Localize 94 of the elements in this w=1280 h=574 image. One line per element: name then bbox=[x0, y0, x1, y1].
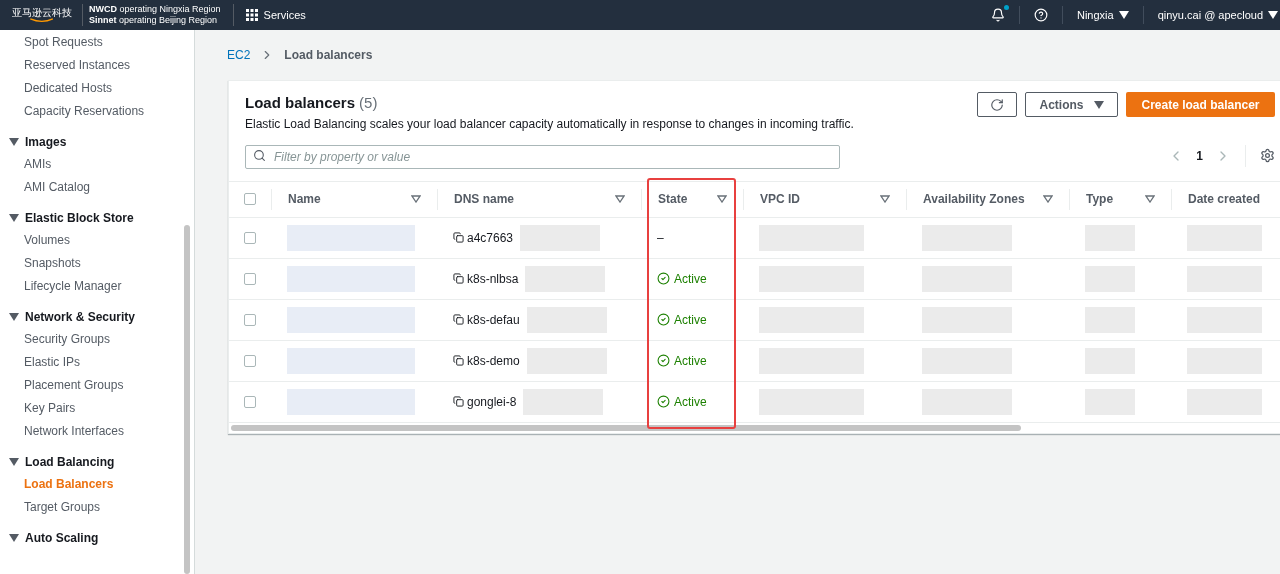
dns-name-text: k8s-nlbsa bbox=[467, 270, 519, 288]
nav-link[interactable]: Elastic IPs bbox=[0, 351, 184, 374]
check-circle-icon bbox=[657, 354, 670, 367]
column-header[interactable]: Date created bbox=[1188, 188, 1275, 210]
state-text: Active bbox=[674, 393, 707, 411]
actions-button[interactable]: Actions bbox=[1025, 92, 1118, 117]
state-text: Active bbox=[674, 311, 707, 329]
grid-icon bbox=[245, 9, 258, 21]
refresh-icon bbox=[990, 97, 1004, 112]
sort-icon[interactable] bbox=[880, 195, 890, 203]
sort-icon[interactable] bbox=[1145, 195, 1155, 203]
copy-icon[interactable] bbox=[453, 273, 464, 284]
notifications-icon[interactable] bbox=[990, 8, 1005, 22]
copy-icon[interactable] bbox=[453, 355, 464, 366]
dns-name-text: k8s-defau bbox=[467, 311, 520, 329]
refresh-button[interactable] bbox=[977, 92, 1017, 117]
nav-section-header[interactable]: Auto Scaling bbox=[0, 526, 99, 549]
nav-section-header[interactable]: Load Balancing bbox=[0, 450, 115, 473]
services-button[interactable]: Services bbox=[245, 6, 306, 24]
nav-link[interactable]: Placement Groups bbox=[0, 374, 184, 397]
nav-link[interactable]: Key Pairs bbox=[0, 397, 184, 420]
row-checkbox[interactable] bbox=[244, 354, 256, 367]
check-circle-icon bbox=[657, 395, 670, 408]
breadcrumb-link[interactable]: EC2 bbox=[227, 46, 251, 64]
nav-link[interactable]: Reserved Instances bbox=[0, 54, 184, 77]
caret-icon bbox=[9, 312, 19, 321]
sort-icon[interactable] bbox=[717, 195, 727, 203]
logo[interactable]: 亚马逊云科技 bbox=[0, 7, 78, 23]
nav-link[interactable]: AMI Catalog bbox=[0, 176, 184, 199]
scrollbar-thumb[interactable] bbox=[184, 225, 190, 574]
breadcrumb-current: Load balancers bbox=[284, 47, 373, 64]
help-icon[interactable] bbox=[1033, 8, 1048, 22]
nav-link[interactable]: Spot Requests bbox=[0, 31, 184, 54]
nav-link[interactable]: Snapshots bbox=[0, 252, 184, 275]
sort-icon[interactable] bbox=[411, 195, 421, 203]
panel-title: Load balancers bbox=[245, 93, 356, 113]
state-text: – bbox=[657, 229, 664, 247]
nav-section-header[interactable]: Images bbox=[0, 130, 67, 153]
check-circle-icon bbox=[657, 313, 670, 326]
table-row[interactable]: k8s-defau Active bbox=[229, 299, 1280, 341]
caret-icon bbox=[1118, 11, 1129, 19]
column-header[interactable]: State bbox=[658, 188, 727, 210]
nav-section-header[interactable]: Elastic Block Store bbox=[0, 206, 134, 229]
nav-link[interactable]: Dedicated Hosts bbox=[0, 77, 184, 100]
region-menu[interactable]: Ningxia bbox=[1076, 6, 1129, 24]
caret-icon bbox=[9, 213, 19, 222]
row-checkbox[interactable] bbox=[244, 395, 256, 408]
nav-section-header[interactable]: Network & Security bbox=[0, 305, 136, 328]
select-all-checkbox[interactable] bbox=[244, 193, 256, 205]
settings-icon[interactable] bbox=[1260, 148, 1275, 163]
filter-field[interactable]: Filter by property or value bbox=[245, 144, 840, 169]
sort-icon[interactable] bbox=[1043, 195, 1053, 203]
nav-link[interactable]: Capacity Reservations bbox=[0, 100, 184, 123]
nav-link[interactable]: Lifecycle Manager bbox=[0, 275, 184, 298]
panel-description: Elastic Load Balancing scales your load balancer capacity automatically in response to changes in incoming traffic. bbox=[245, 115, 854, 133]
caret-icon bbox=[9, 137, 19, 146]
state-text: Active bbox=[674, 352, 707, 370]
table-row[interactable]: a4c7663 – bbox=[229, 217, 1280, 259]
caret-icon bbox=[1268, 11, 1278, 19]
nav-link[interactable]: Volumes bbox=[0, 229, 184, 252]
row-checkbox[interactable] bbox=[244, 231, 256, 244]
nav-link[interactable]: Target Groups bbox=[0, 496, 184, 519]
dns-name-text: a4c7663 bbox=[467, 229, 514, 247]
count-text: (5) bbox=[359, 93, 378, 113]
column-header[interactable]: DNS name bbox=[454, 188, 625, 210]
table-row[interactable]: k8s-nlbsa Active bbox=[229, 258, 1280, 300]
nav-link[interactable]: Security Groups bbox=[0, 328, 184, 351]
operator-text: NWCD operating Ningxia Region bbox=[89, 4, 221, 15]
search-icon bbox=[253, 148, 266, 162]
row-checkbox[interactable] bbox=[244, 313, 256, 326]
account-menu[interactable]: qinyu.cai @ apecloud bbox=[1157, 6, 1278, 24]
table-row[interactable]: gonglei-8 Active bbox=[229, 381, 1280, 423]
page-number[interactable]: 1 bbox=[1196, 146, 1203, 165]
operator-text: Sinnet operating Beijing Region bbox=[89, 15, 219, 26]
check-circle-icon bbox=[657, 272, 670, 285]
row-checkbox[interactable] bbox=[244, 272, 256, 285]
copy-icon[interactable] bbox=[453, 396, 464, 407]
column-header[interactable]: Availability Zones bbox=[923, 188, 1053, 210]
copy-icon[interactable] bbox=[453, 232, 464, 243]
column-header[interactable]: Type bbox=[1086, 188, 1155, 210]
nav-link[interactable]: AMIs bbox=[0, 153, 184, 176]
dns-name-text: k8s-demo bbox=[467, 352, 520, 370]
nav-link[interactable]: Network Interfaces bbox=[0, 420, 184, 443]
sort-icon[interactable] bbox=[615, 195, 625, 203]
caret-icon bbox=[9, 533, 19, 542]
dns-name-text: gonglei-8 bbox=[467, 393, 517, 411]
state-text: Active bbox=[674, 270, 707, 288]
caret-icon bbox=[9, 457, 19, 466]
column-header[interactable]: Name bbox=[288, 188, 421, 210]
column-header[interactable]: VPC ID bbox=[760, 188, 890, 210]
copy-icon[interactable] bbox=[453, 314, 464, 325]
caret-icon bbox=[1093, 100, 1104, 109]
horizontal-scrollbar-thumb[interactable] bbox=[231, 424, 1021, 431]
table-row[interactable]: k8s-demo Active bbox=[229, 340, 1280, 382]
